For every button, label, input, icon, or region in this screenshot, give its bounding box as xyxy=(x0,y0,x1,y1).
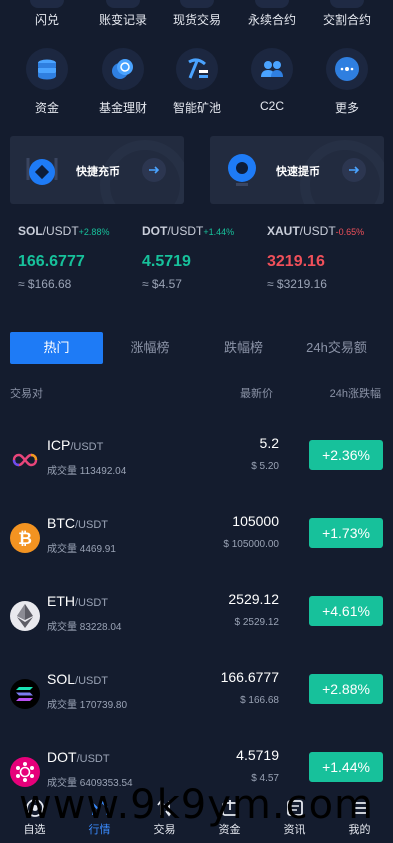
market-row-eth[interactable]: ETH/USDT 成交量 83228.04 2529.12 $ 2529.12 … xyxy=(0,581,393,659)
more-icon xyxy=(326,48,368,90)
fiat-price: $ 166.68 xyxy=(240,695,279,706)
ticker-price: 3219.16 xyxy=(267,253,325,270)
ticker-xaut[interactable]: XAUT/USDT-0.65% 3219.16 ≈ $3219.16 xyxy=(267,224,392,291)
tab-losers[interactable]: 跌幅榜 xyxy=(197,332,290,364)
change-badge[interactable]: +2.36% xyxy=(309,440,383,470)
quick-deposit-card[interactable]: 快捷充币 xyxy=(10,136,184,204)
ticker-quote: /USDT xyxy=(299,224,336,238)
arrow-right-icon xyxy=(142,158,166,182)
fiat-price: $ 5.20 xyxy=(251,461,279,472)
btc-icon: ₿ xyxy=(10,523,40,553)
ticker-fiat: ≈ $3219.16 xyxy=(267,277,327,291)
pair-symbol: ETH/USDT xyxy=(47,593,108,609)
spot-icon xyxy=(180,0,214,8)
column-last-price: 最新价 xyxy=(240,388,273,400)
coin-stack-icon xyxy=(26,48,68,90)
quick-withdraw-card[interactable]: 快速提币 xyxy=(210,136,384,204)
shortcut-more[interactable]: 更多 xyxy=(308,48,386,116)
shortcut-c2c[interactable]: C2C xyxy=(233,48,311,113)
top-shortcut-row: 闪兑 账变记录 现货交易 永续合约 交割合约 xyxy=(0,0,393,32)
market-row-btc[interactable]: ₿ BTC/USDT 成交量 4469.91 105000 $ 105000.0… xyxy=(0,503,393,581)
last-price: 5.2 xyxy=(259,435,279,451)
shortcut-delivery[interactable]: 交割合约 xyxy=(308,0,386,28)
pair-symbol: BTC/USDT xyxy=(47,515,108,531)
withdraw-coin-icon xyxy=(228,154,256,186)
icp-icon xyxy=(10,445,40,475)
ticker-change: +2.88% xyxy=(78,227,110,237)
fiat-price: $ 105000.00 xyxy=(223,539,279,550)
arrow-right-icon xyxy=(342,158,366,182)
change-badge[interactable]: +1.44% xyxy=(309,752,383,782)
flash-swap-icon xyxy=(30,0,64,8)
ticker-sol[interactable]: SOL/USDT+2.88% 166.6777 ≈ $166.68 xyxy=(18,224,143,291)
market-tabs: 热门 涨幅榜 跌幅榜 24h交易额 xyxy=(10,332,383,364)
market-row-sol[interactable]: SOL/USDT 成交量 170739.80 166.6777 $ 166.68… xyxy=(0,659,393,737)
last-price: 105000 xyxy=(232,513,279,529)
ticker-price: 166.6777 xyxy=(18,253,85,270)
shortcut-icon-row: 资金 基金理财 智能矿池 C2C 更多 xyxy=(0,48,393,118)
shortcut-mining-pool[interactable]: 智能矿池 xyxy=(158,48,236,116)
change-badge[interactable]: +2.88% xyxy=(309,674,383,704)
ticker-fiat: ≈ $4.57 xyxy=(142,277,182,291)
pair-symbol: SOL/USDT xyxy=(47,671,109,687)
tab-hot[interactable]: 热门 xyxy=(10,332,103,364)
svg-text:₿: ₿ xyxy=(18,529,32,548)
column-pair: 交易对 xyxy=(10,388,43,400)
ticker-base: XAUT xyxy=(267,224,300,238)
last-price: 4.5719 xyxy=(236,747,279,763)
column-24h-change: 24h涨跌幅 xyxy=(329,388,381,400)
tab-gainers[interactable]: 涨幅榜 xyxy=(103,332,197,364)
records-icon xyxy=(106,0,140,8)
pair-volume: 成交量 113492.04 xyxy=(47,466,127,477)
ticker-price: 4.5719 xyxy=(142,253,191,270)
pair-symbol: DOT/USDT xyxy=(47,749,110,765)
pair-symbol: ICP/USDT xyxy=(47,437,104,453)
pair-volume: 成交量 4469.91 xyxy=(47,544,116,555)
perpetual-icon xyxy=(255,0,289,8)
change-badge[interactable]: +4.61% xyxy=(309,596,383,626)
shortcut-funds[interactable]: 资金 xyxy=(8,48,86,116)
ticker-quote: /USDT xyxy=(42,224,79,238)
tab-volume[interactable]: 24h交易额 xyxy=(290,332,383,364)
coins-icon xyxy=(102,48,144,90)
deposit-coin-icon xyxy=(26,158,58,185)
market-row-icp[interactable]: ICP/USDT 成交量 113492.04 5.2 $ 5.20 +2.36% xyxy=(0,425,393,503)
pair-volume: 成交量 170739.80 xyxy=(47,700,128,711)
ticker-base: DOT xyxy=(142,224,168,238)
change-badge[interactable]: +1.73% xyxy=(309,518,383,548)
watermark: www.9k9ym.com xyxy=(18,782,375,828)
last-price: 2529.12 xyxy=(228,591,279,607)
pair-volume: 成交量 83228.04 xyxy=(47,622,122,633)
shortcut-flash-swap[interactable]: 闪兑 xyxy=(8,0,86,28)
ticker-change: +1.44% xyxy=(203,227,235,237)
delivery-icon xyxy=(330,0,364,8)
shortcut-account-records[interactable]: 账变记录 xyxy=(84,0,162,28)
ticker-dot[interactable]: DOT/USDT+1.44% 4.5719 ≈ $4.57 xyxy=(142,224,267,291)
ticker-change: -0.65% xyxy=(335,227,365,237)
users-icon xyxy=(251,48,293,90)
eth-icon xyxy=(10,601,40,631)
sol-icon xyxy=(10,679,40,709)
shortcut-fund-finance[interactable]: 基金理财 xyxy=(84,48,162,116)
pickaxe-icon xyxy=(176,48,218,90)
ticker-fiat: ≈ $166.68 xyxy=(18,277,72,291)
shortcut-perpetual[interactable]: 永续合约 xyxy=(233,0,311,28)
last-price: 166.6777 xyxy=(220,669,279,685)
ticker-base: SOL xyxy=(18,224,43,238)
fiat-price: $ 2529.12 xyxy=(234,617,280,628)
shortcut-spot-trading[interactable]: 现货交易 xyxy=(158,0,236,28)
ticker-quote: /USDT xyxy=(167,224,204,238)
